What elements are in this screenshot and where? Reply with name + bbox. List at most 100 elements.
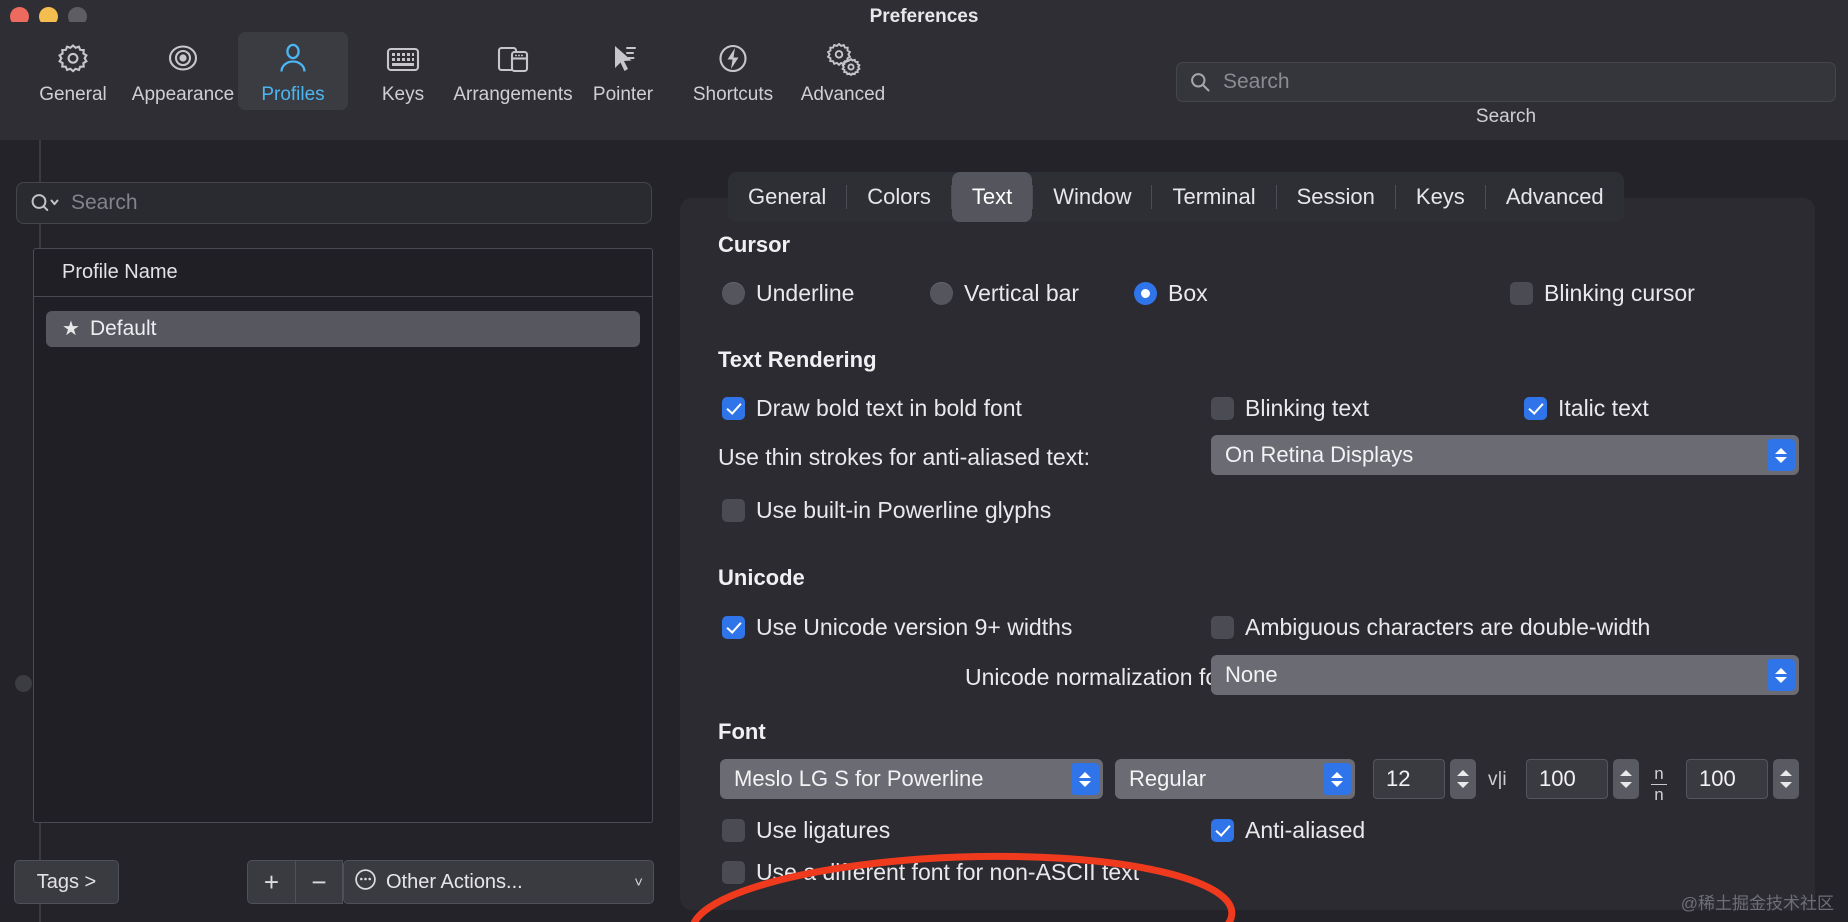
tab-window[interactable]: Window [1033, 172, 1151, 222]
checkbox-icon[interactable] [722, 397, 745, 420]
sidebar-search-field[interactable] [16, 182, 652, 224]
font-family-dropdown[interactable]: Meslo LG S for Powerline [720, 759, 1103, 799]
unicode-normalization-dropdown[interactable]: None [1211, 655, 1799, 695]
tab-label: Session [1296, 184, 1375, 209]
radio-icon[interactable] [722, 282, 745, 305]
toolbar-item-label: Advanced [800, 84, 886, 105]
search-icon [1189, 71, 1211, 93]
table-row[interactable]: ★ Default [46, 311, 640, 347]
toolbar-item-label: Pointer [592, 84, 654, 105]
tab-colors[interactable]: Colors [847, 172, 951, 222]
use-ligatures-checkbox[interactable]: Use ligatures [722, 817, 890, 844]
radio-icon[interactable] [930, 282, 953, 305]
search-chevron-icon[interactable] [29, 192, 63, 214]
ambiguous-double-width-checkbox[interactable]: Ambiguous characters are double-width [1211, 614, 1650, 641]
text-rendering-section-title: Text Rendering [718, 347, 877, 372]
checkbox-icon[interactable] [722, 499, 745, 522]
checkbox-icon[interactable] [1211, 397, 1234, 420]
font-section-title: Font [718, 719, 766, 744]
checkbox-icon[interactable] [722, 616, 745, 639]
n-over-n-icon: nn [1651, 765, 1667, 804]
toolbar-item-general[interactable]: General [18, 32, 128, 110]
person-icon [272, 40, 314, 80]
checkbox-icon[interactable] [1211, 616, 1234, 639]
windows-icon [492, 40, 534, 80]
toolbar-item-label: Arrangements [453, 84, 573, 105]
search-input[interactable] [1211, 70, 1835, 94]
toolbar-item-advanced[interactable]: Advanced [788, 32, 898, 110]
tab-keys[interactable]: Keys [1396, 172, 1485, 222]
radio-icon[interactable] [1134, 282, 1157, 305]
blinking-text-checkbox[interactable]: Blinking text [1211, 395, 1369, 422]
preferences-toolbar: General Appearance Profiles Keys Arrange… [0, 22, 1848, 140]
updown-chevrons-icon[interactable] [1767, 439, 1795, 471]
option-label: Ambiguous characters are double-width [1245, 614, 1651, 640]
cursor-option-box[interactable]: Box [1134, 280, 1208, 307]
updown-chevrons-icon[interactable] [1071, 763, 1099, 795]
toolbar-item-label: Shortcuts [692, 84, 774, 105]
updown-chevrons-icon[interactable] [1323, 763, 1351, 795]
remove-profile-button[interactable]: − [295, 860, 343, 904]
draw-bold-text-checkbox[interactable]: Draw bold text in bold font [722, 395, 1022, 422]
tags-button[interactable]: Tags > [14, 860, 119, 904]
option-label: Use a different font for non-ASCII text [756, 859, 1140, 885]
anti-aliased-checkbox[interactable]: Anti-aliased [1211, 817, 1365, 844]
non-ascii-font-checkbox[interactable]: Use a different font for non-ASCII text [722, 859, 1139, 886]
cursor-option-underline[interactable]: Underline [722, 280, 854, 307]
tab-label: General [748, 184, 827, 209]
cursor-icon [602, 40, 644, 80]
profile-name-label: Default [89, 317, 157, 340]
option-label: Use ligatures [756, 817, 891, 843]
tab-advanced[interactable]: Advanced [1486, 172, 1624, 222]
horizontal-spacing-stepper[interactable] [1613, 759, 1639, 799]
vertical-spacing-stepper[interactable] [1773, 759, 1799, 799]
toolbar-item-keys[interactable]: Keys [348, 32, 458, 110]
tab-general[interactable]: General [728, 172, 846, 222]
horizontal-spacing-field[interactable]: 100 [1526, 759, 1608, 799]
toolbar-item-label: Profiles [261, 84, 325, 105]
font-size-field[interactable]: 12 [1373, 759, 1445, 799]
font-size-stepper[interactable] [1450, 759, 1476, 799]
updown-chevrons-icon[interactable] [1767, 659, 1795, 691]
sidebar-bottom-toolbar: Tags > + − Other Actions... ˅ [0, 840, 680, 910]
ellipsis-circle-icon [354, 868, 377, 897]
thin-strokes-label: Use thin strokes for anti-aliased text: [718, 444, 1090, 470]
add-profile-button[interactable]: + [247, 860, 295, 904]
vertical-spacing-field[interactable]: 100 [1686, 759, 1768, 799]
toolbar-item-label: Keys [381, 84, 425, 105]
cursor-section-title: Cursor [718, 232, 791, 257]
other-actions-label: Other Actions... [386, 870, 523, 893]
toolbar-search-field[interactable] [1176, 62, 1836, 102]
unicode-v9-checkbox[interactable]: Use Unicode version 9+ widths [722, 614, 1072, 641]
tab-text[interactable]: Text [951, 172, 1033, 222]
profiles-column-header[interactable]: Profile Name [34, 249, 652, 297]
italic-text-checkbox[interactable]: Italic text [1524, 395, 1649, 422]
tab-session[interactable]: Session [1277, 172, 1395, 222]
eye-icon [162, 40, 204, 80]
cursor-option-vertical-bar[interactable]: Vertical bar [930, 280, 1079, 307]
font-style-dropdown[interactable]: Regular [1115, 759, 1355, 799]
thin-strokes-dropdown[interactable]: On Retina Displays [1211, 435, 1799, 475]
toolbar-item-profiles[interactable]: Profiles [238, 32, 348, 110]
checkbox-icon[interactable] [1211, 819, 1234, 842]
option-label: Box [1168, 280, 1208, 306]
tab-terminal[interactable]: Terminal [1152, 172, 1275, 222]
toolbar-item-arrangements[interactable]: Arrangements [453, 32, 573, 110]
option-label: Blinking text [1245, 395, 1370, 421]
toolbar-item-appearance[interactable]: Appearance [128, 32, 238, 110]
toolbar-item-pointer[interactable]: Pointer [568, 32, 678, 110]
toolbar-item-shortcuts[interactable]: Shortcuts [678, 32, 788, 110]
option-label: Use built-in Powerline glyphs [756, 497, 1052, 523]
powerline-glyphs-checkbox[interactable]: Use built-in Powerline glyphs [722, 497, 1051, 524]
profile-settings-panel: General Colors Text Window Terminal Sess… [680, 140, 1832, 922]
other-actions-dropdown[interactable]: Other Actions... ˅ [343, 860, 654, 904]
tab-label: Window [1053, 184, 1132, 209]
checkbox-icon[interactable] [1510, 282, 1533, 305]
blinking-cursor-checkbox[interactable]: Blinking cursor [1510, 280, 1695, 307]
checkbox-icon[interactable] [722, 861, 745, 884]
checkbox-icon[interactable] [1524, 397, 1547, 420]
toolbar-search-area: Search [1176, 62, 1836, 127]
sidebar-search-input[interactable] [63, 191, 651, 215]
tab-label: Text [971, 184, 1013, 209]
checkbox-icon[interactable] [722, 819, 745, 842]
